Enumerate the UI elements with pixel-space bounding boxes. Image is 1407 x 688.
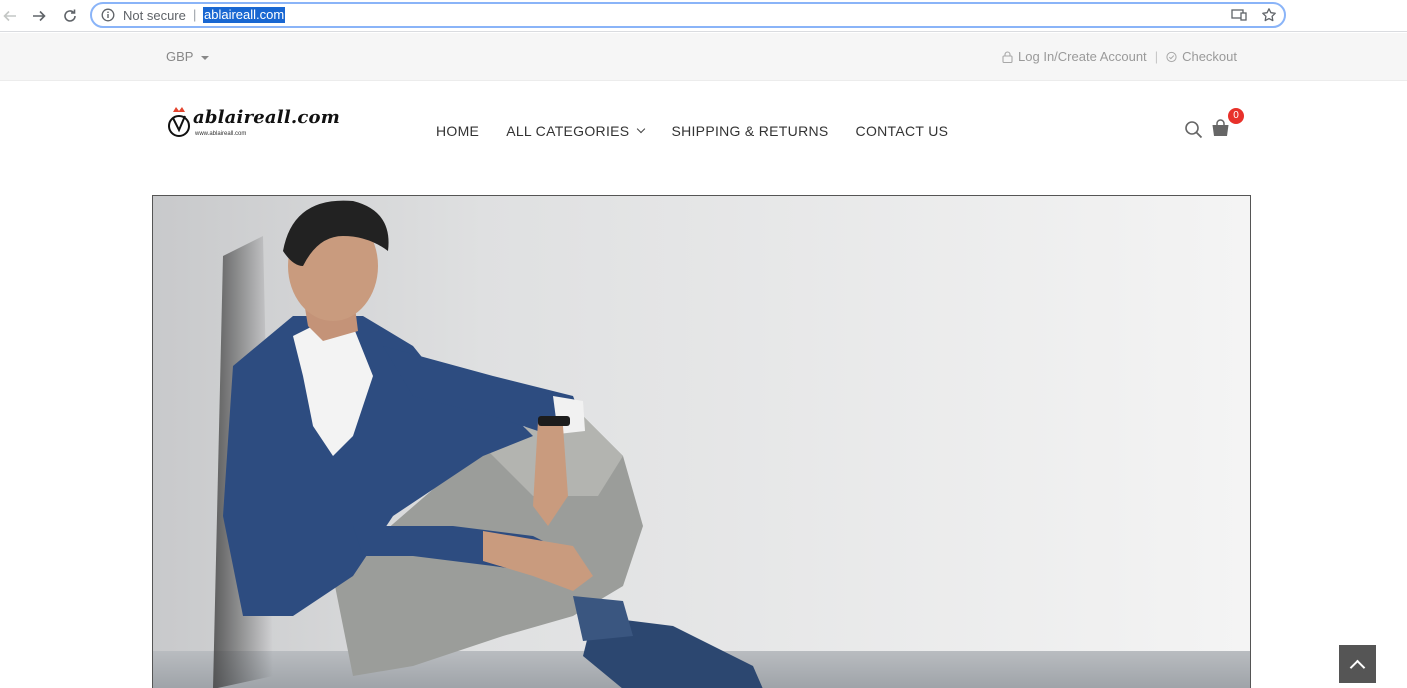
hero-image bbox=[153, 196, 1250, 688]
nav-item-contact-us[interactable]: CONTACT US bbox=[856, 123, 949, 139]
cart-count-badge: 0 bbox=[1228, 108, 1244, 124]
check-circle-icon bbox=[1166, 51, 1177, 62]
nav-item-label: CONTACT US bbox=[855, 123, 949, 139]
site-header: ablaireall.com www.ablaireall.com HOME A… bbox=[0, 82, 1407, 182]
nav-item-label: SHIPPING & RETURNS bbox=[671, 123, 829, 139]
currency-label: GBP bbox=[166, 49, 194, 64]
nav-item-home[interactable]: HOME bbox=[436, 123, 479, 139]
site-logo[interactable]: ablaireall.com www.ablaireall.com bbox=[165, 104, 340, 144]
address-separator: | bbox=[193, 7, 197, 22]
login-link[interactable]: Log In/Create Account bbox=[1002, 49, 1147, 64]
checkout-link[interactable]: Checkout bbox=[1166, 49, 1237, 64]
shopping-bag-icon[interactable] bbox=[1211, 119, 1230, 137]
nav-item-label: HOME bbox=[436, 123, 480, 139]
address-bar[interactable]: Not secure | ablaireall.com bbox=[90, 2, 1286, 28]
caret-down-icon bbox=[201, 55, 210, 60]
browser-toolbar: Not secure | ablaireall.com bbox=[0, 0, 1407, 32]
nav-item-label: ALL CATEGORIES bbox=[506, 123, 630, 139]
logo-text: ablaireall.com bbox=[193, 107, 340, 128]
logo-mark-icon bbox=[168, 107, 190, 137]
nav-item-shipping-returns[interactable]: SHIPPING & RETURNS bbox=[671, 123, 828, 139]
links-divider: | bbox=[1154, 49, 1159, 64]
lock-icon bbox=[1002, 50, 1013, 63]
currency-selector[interactable]: GBP bbox=[166, 49, 210, 64]
bookmark-star-icon[interactable] bbox=[1261, 7, 1277, 23]
forward-icon[interactable] bbox=[29, 6, 49, 26]
logo-subtext: www.ablaireall.com bbox=[195, 131, 247, 137]
url-text[interactable]: ablaireall.com bbox=[203, 7, 286, 23]
chevron-up-icon bbox=[1349, 659, 1366, 675]
reload-icon[interactable] bbox=[60, 6, 80, 26]
nav-item-all-categories[interactable]: ALL CATEGORIES bbox=[506, 123, 646, 139]
top-bar: GBP Log In/Create Account | Checkout bbox=[0, 33, 1407, 81]
checkout-label: Checkout bbox=[1182, 49, 1237, 64]
install-app-icon[interactable] bbox=[1231, 8, 1247, 22]
back-icon[interactable] bbox=[0, 6, 20, 26]
security-label[interactable]: Not secure bbox=[123, 8, 186, 23]
hero-banner[interactable] bbox=[152, 195, 1251, 688]
search-icon[interactable] bbox=[1184, 120, 1203, 139]
main-navigation: HOME ALL CATEGORIES SHIPPING & RETURNS C… bbox=[436, 123, 975, 139]
back-to-top-button[interactable] bbox=[1339, 645, 1376, 683]
login-label: Log In/Create Account bbox=[1018, 49, 1147, 64]
info-icon[interactable] bbox=[101, 8, 115, 22]
account-links: Log In/Create Account | Checkout bbox=[1002, 49, 1237, 64]
chevron-down-icon bbox=[637, 124, 646, 134]
